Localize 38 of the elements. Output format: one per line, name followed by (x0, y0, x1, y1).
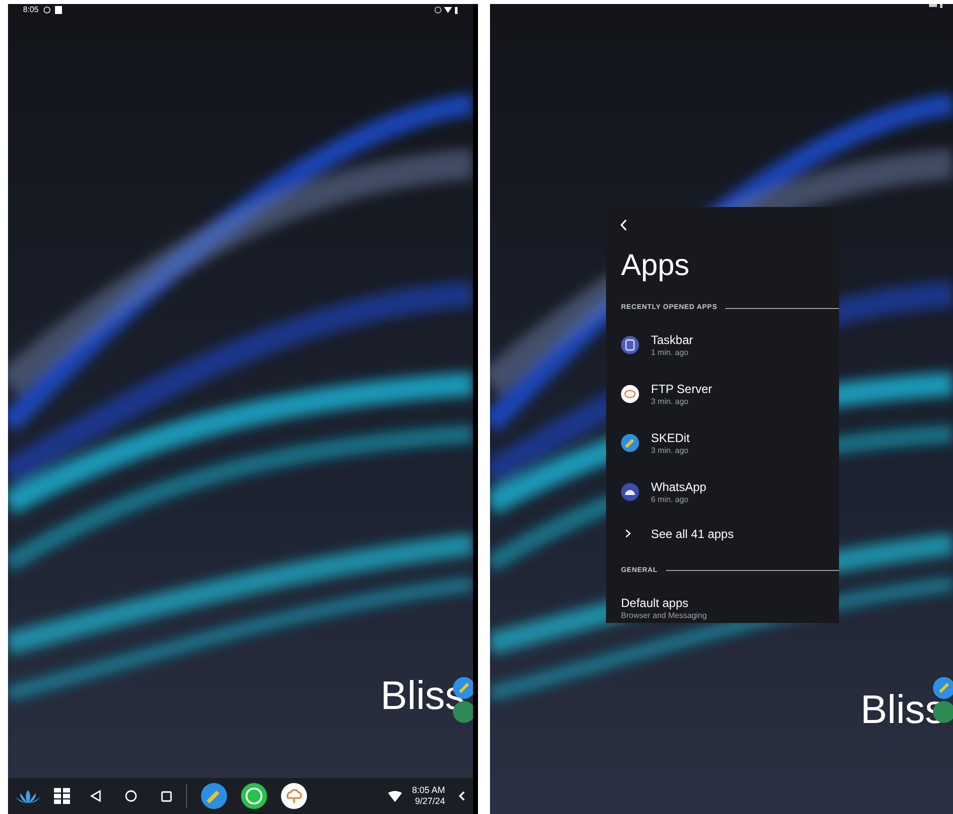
pin-icon (621, 434, 639, 452)
app-icon (621, 336, 639, 354)
back-icon[interactable] (620, 219, 628, 231)
sync-icon (42, 6, 51, 14)
app-list-item[interactable]: Taskbar 1 min. ago (606, 328, 839, 362)
status-time: 8:05 (23, 6, 39, 14)
app-name: WhatsApp (651, 480, 706, 494)
app-name: Taskbar (651, 332, 694, 348)
app-opened-time: 3 min. ago (651, 396, 690, 406)
app-opened-time: 6 min. ago (651, 494, 690, 504)
see-all-apps-item[interactable]: See all 41 apps (606, 524, 839, 544)
chevron-right-icon (625, 529, 631, 538)
app-grid-icon[interactable] (54, 788, 70, 804)
see-all-apps-label: See all 41 apps (651, 526, 734, 542)
status-icons (929, 4, 943, 8)
chevron-left-icon[interactable] (459, 791, 465, 801)
app-opened-time: 3 min. ago (651, 446, 690, 456)
app-name: FTP Server (651, 382, 712, 396)
home-icon[interactable] (125, 790, 137, 802)
wifi-icon (388, 790, 402, 802)
taskbar-date: 9/27/24 (414, 797, 445, 806)
lotus-icon[interactable] (16, 788, 40, 804)
chat-icon[interactable] (241, 783, 267, 809)
app-icon (621, 483, 639, 501)
taskbar-time: 8:05 AM (412, 786, 445, 795)
app-name: SKEDit (651, 430, 690, 446)
app-list-item[interactable]: WhatsApp 6 min. ago (606, 474, 839, 510)
status-icons (434, 6, 458, 14)
app-list-item[interactable]: SKEDit 3 min. ago (606, 426, 839, 460)
pin-icon[interactable] (201, 783, 227, 809)
setting-title: Default apps (621, 596, 690, 611)
page-title: Apps (621, 251, 690, 281)
setting-summary: Browser and Messaging (621, 611, 708, 621)
settings-item[interactable]: Default apps Browser and Messaging (606, 596, 839, 621)
app-list-item[interactable]: FTP Server 3 min. ago (606, 376, 839, 412)
recents-icon[interactable] (161, 790, 172, 802)
app-opened-time: 1 min. ago (651, 348, 690, 358)
back-icon[interactable] (90, 790, 101, 802)
